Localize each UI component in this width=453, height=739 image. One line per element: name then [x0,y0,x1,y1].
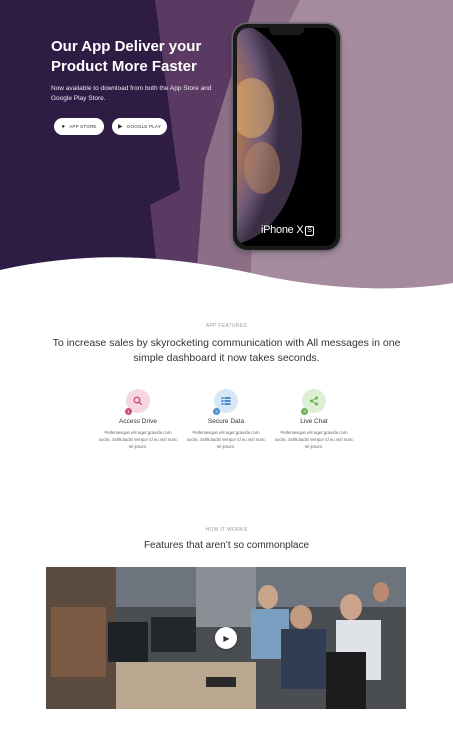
how-it-works-label: HOW IT WORKS [205,527,248,533]
feature-number: 3 [301,408,308,415]
google-play-label: GOOGLE PLAY [126,124,161,129]
feature-access-drive: 1 Access Drive Pellentesque elit eget gr… [98,389,178,450]
feature-title: Live Chat [300,418,328,425]
features-headline: To increase sales by skyrocketing commun… [52,337,401,364]
phone-screen: iPhone XS [237,28,336,246]
feature-number: 2 [213,408,220,415]
phone-mockup: iPhone XS [233,24,340,250]
hero-section: Our App Deliver your Product More Faster… [0,0,453,295]
hero-subtitle: Now available to download from both the … [51,85,212,102]
phone-brand: iPhone XS [261,224,314,236]
list-icon [221,397,231,405]
phone-notch [269,28,304,35]
planet-wallpaper [237,28,336,246]
play-icon: ▶ [223,633,230,643]
feature-secure-data: 2 Secure Data Pellentesque elit eget gra… [186,389,266,450]
app-store-button[interactable]: ● APP STORE [54,118,104,135]
feature-title: Secure Data [207,418,245,425]
feature-icon-circle: 3 [301,389,326,415]
google-play-button[interactable]: ▶ GOOGLE PLAY [112,118,167,135]
phone-brand-badge: S [305,226,314,236]
feature-description: Pellentesque elit eget gravida cum socii… [186,430,266,449]
app-store-label: APP STORE [69,124,97,129]
feature-number: 1 [125,408,132,415]
feature-title: Access Drive [119,418,157,425]
play-button[interactable]: ▶ [215,627,237,649]
feature-icon-circle: 2 [213,389,238,415]
features-section-label: APP FEATURES [205,323,248,329]
apple-icon: ● [61,123,66,130]
feature-description: Pellentesque elit eget gravida cum socii… [274,430,354,449]
feature-live-chat: 3 Live Chat Pellentesque elit eget gravi… [274,389,354,450]
hero-title: Our App Deliver your Product More Faster [51,38,202,75]
feature-description: Pellentesque elit eget gravida cum socii… [98,430,178,449]
share-icon [310,396,318,406]
phone-brand-text: iPhone X [261,224,304,236]
search-icon [133,396,143,406]
how-it-works-title: Features that aren’t so commonplace [143,540,310,551]
feature-icon-circle: 1 [125,389,150,415]
play-store-icon: ▶ [118,123,123,130]
